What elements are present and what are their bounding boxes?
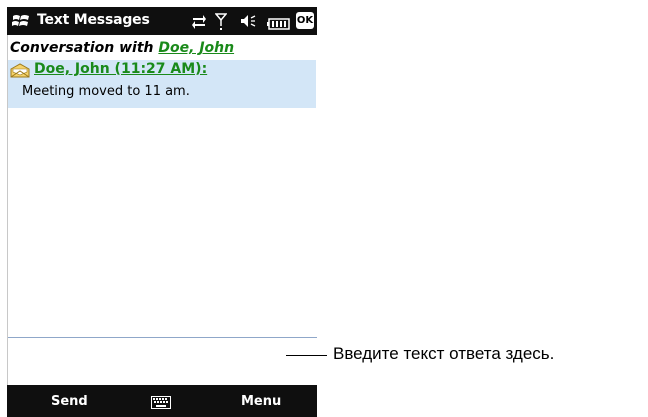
keyboard-icon[interactable]	[151, 394, 171, 409]
message-item[interactable]: Doe, John (11:27 AM): Meeting moved to 1…	[8, 60, 316, 108]
contact-link[interactable]: Doe, John	[158, 40, 234, 56]
opened-envelope-icon	[10, 63, 30, 78]
title-bar: Text Messages OK	[7, 7, 317, 35]
speaker-muted-icon	[239, 12, 257, 34]
conversation-header-label: Conversation with	[10, 40, 159, 56]
message-text: Meeting moved to 11 am.	[22, 84, 190, 99]
ok-button[interactable]: OK	[296, 12, 314, 29]
send-button[interactable]: Send	[51, 394, 88, 409]
message-sender[interactable]: Doe, John (11:27 AM):	[34, 61, 207, 77]
menu-button[interactable]: Menu	[241, 394, 281, 409]
reply-input[interactable]	[8, 337, 317, 386]
callout-line	[286, 355, 327, 356]
conversation-header: Conversation with Doe, John	[10, 40, 234, 56]
callout-text: Введите текст ответа здесь.	[333, 344, 555, 363]
signal-antenna-icon	[214, 12, 228, 34]
softkey-bar: Send Menu	[7, 385, 317, 417]
phone-screen: Text Messages OK Conversation with Doe, …	[7, 7, 318, 417]
conversation-view: Conversation with Doe, John Doe, John (1…	[7, 35, 318, 386]
windows-start-icon[interactable]	[12, 13, 30, 29]
battery-icon	[267, 15, 291, 34]
data-connection-icon	[191, 12, 207, 34]
app-title: Text Messages	[37, 12, 150, 28]
